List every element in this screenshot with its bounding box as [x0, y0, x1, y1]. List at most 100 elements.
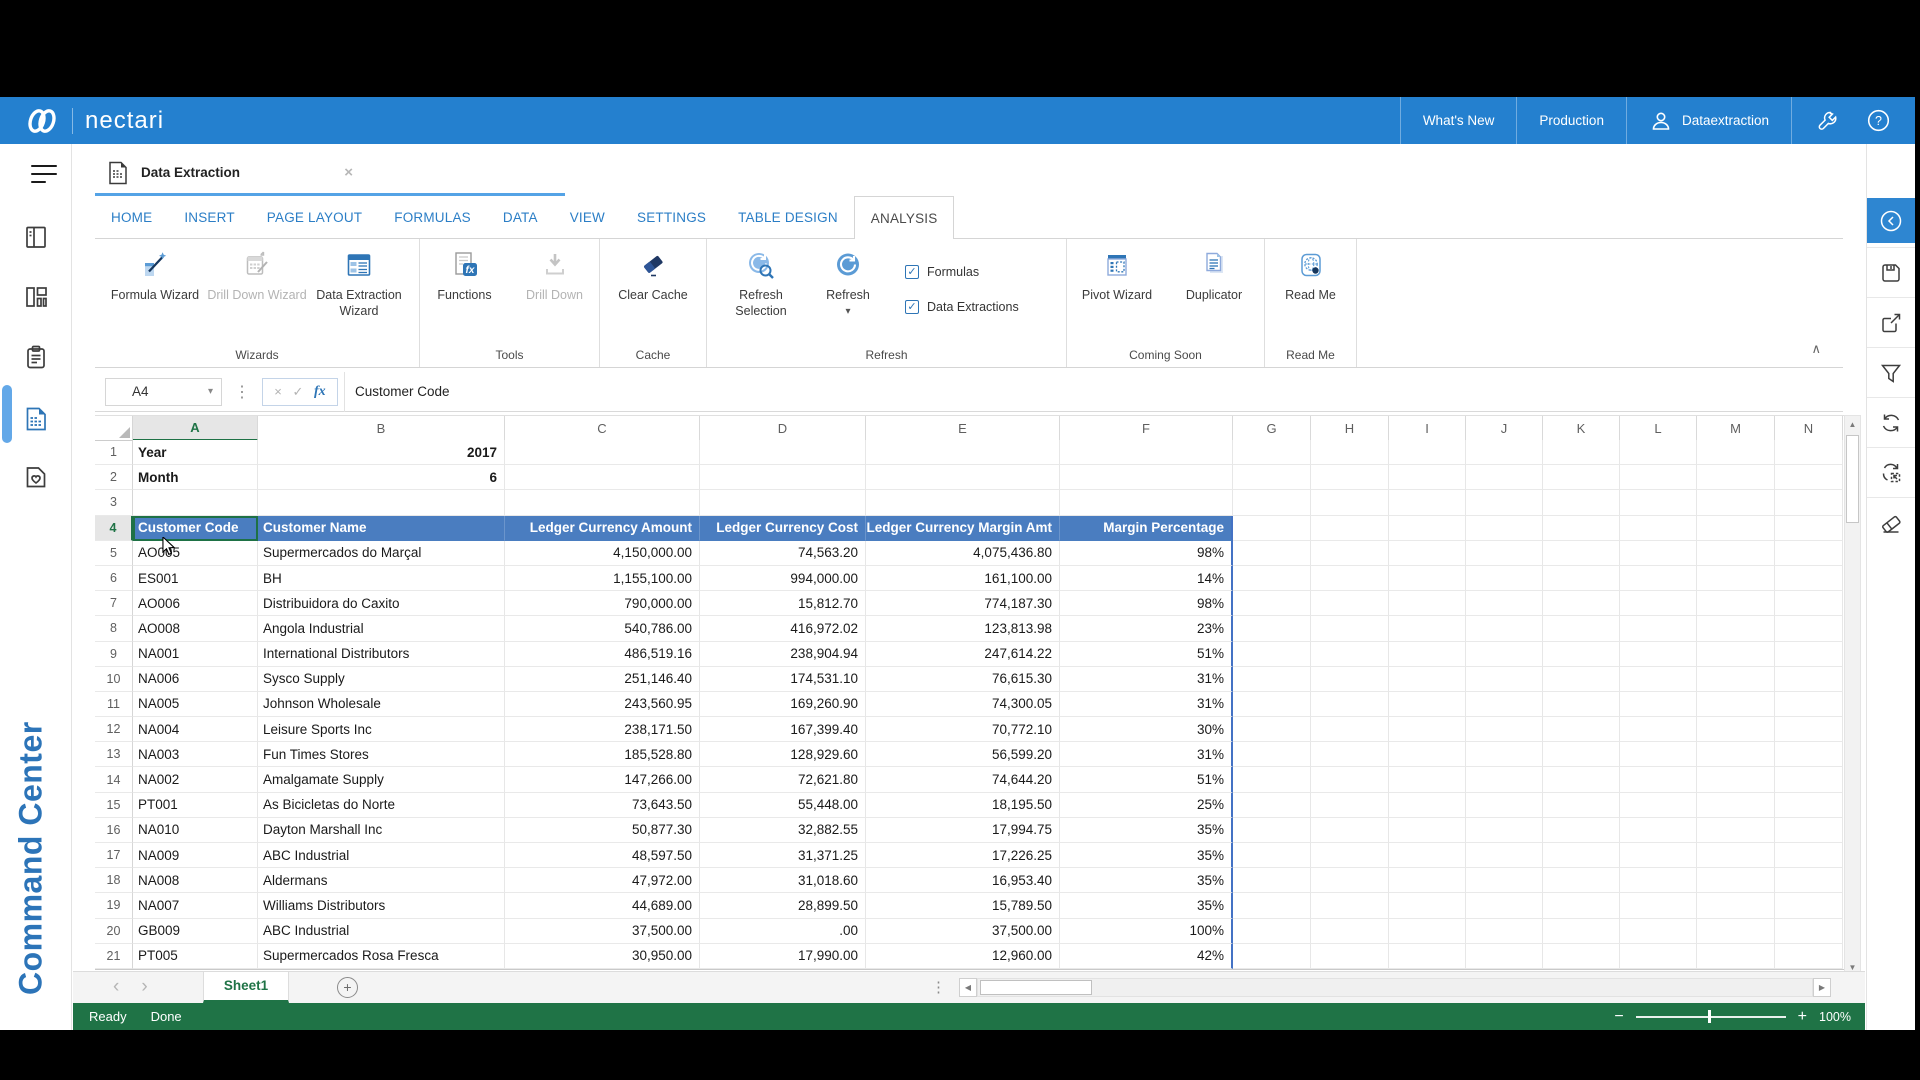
user-menu[interactable]: Dataextraction — [1626, 97, 1791, 144]
cell-L8[interactable] — [1620, 616, 1697, 641]
cell-L11[interactable] — [1620, 692, 1697, 717]
cell-E6[interactable]: 161,100.00 — [866, 566, 1060, 591]
cell-J18[interactable] — [1466, 868, 1543, 893]
cancel-entry-icon[interactable]: × — [274, 384, 282, 399]
cell-L3[interactable] — [1620, 490, 1697, 515]
refresh-sidebar-button[interactable] — [1867, 397, 1915, 447]
cell-J6[interactable] — [1466, 566, 1543, 591]
cell-H3[interactable] — [1311, 490, 1389, 515]
eraser-button[interactable] — [1867, 497, 1915, 547]
cell-G11[interactable] — [1233, 692, 1311, 717]
cell-K18[interactable] — [1543, 868, 1620, 893]
cell-F1[interactable] — [1060, 440, 1233, 465]
cell-N8[interactable] — [1775, 616, 1843, 641]
cell-M6[interactable] — [1697, 566, 1775, 591]
cell-G13[interactable] — [1233, 742, 1311, 767]
cell-M21[interactable] — [1697, 944, 1775, 969]
row-header-7[interactable]: 7 — [95, 591, 133, 616]
row-header-6[interactable]: 6 — [95, 566, 133, 591]
cell-F17[interactable]: 35% — [1060, 843, 1233, 868]
cell-N17[interactable] — [1775, 843, 1843, 868]
ribbon-tab-view[interactable]: VIEW — [554, 196, 621, 238]
cell-F15[interactable]: 25% — [1060, 793, 1233, 818]
cell-F19[interactable]: 35% — [1060, 893, 1233, 918]
cell-I7[interactable] — [1389, 591, 1466, 616]
column-header-D[interactable]: D — [700, 416, 866, 441]
cell-M14[interactable] — [1697, 767, 1775, 792]
cell-M19[interactable] — [1697, 893, 1775, 918]
cell-M17[interactable] — [1697, 843, 1775, 868]
sheetbar-kebab-icon[interactable]: ⋮ — [931, 978, 946, 996]
cell-F6[interactable]: 14% — [1060, 566, 1233, 591]
cell-J20[interactable] — [1466, 919, 1543, 944]
hamburger-menu-icon[interactable] — [31, 164, 57, 184]
cell-F20[interactable]: 100% — [1060, 919, 1233, 944]
cell-N11[interactable] — [1775, 692, 1843, 717]
cell-B10[interactable]: Sysco Supply — [258, 667, 505, 692]
cell-D8[interactable]: 416,972.02 — [700, 616, 866, 641]
row-header-14[interactable]: 14 — [95, 767, 133, 792]
cell-N12[interactable] — [1775, 717, 1843, 742]
cell-G14[interactable] — [1233, 767, 1311, 792]
column-header-M[interactable]: M — [1697, 416, 1775, 441]
column-header-J[interactable]: J — [1466, 416, 1543, 441]
cell-J14[interactable] — [1466, 767, 1543, 792]
cell-C11[interactable]: 243,560.95 — [505, 692, 700, 717]
next-sheet-icon[interactable]: › — [141, 976, 147, 998]
cell-F13[interactable]: 31% — [1060, 742, 1233, 767]
cell-C16[interactable]: 50,877.30 — [505, 818, 700, 843]
cell-A17[interactable]: NA009 — [133, 843, 258, 868]
cell-L21[interactable] — [1620, 944, 1697, 969]
cell-J12[interactable] — [1466, 717, 1543, 742]
cell-K21[interactable] — [1543, 944, 1620, 969]
cell-N16[interactable] — [1775, 818, 1843, 843]
cell-L10[interactable] — [1620, 667, 1697, 692]
cell-K4[interactable] — [1543, 516, 1620, 541]
cell-F7[interactable]: 98% — [1060, 591, 1233, 616]
cell-G3[interactable] — [1233, 490, 1311, 515]
cell-L16[interactable] — [1620, 818, 1697, 843]
cell-D10[interactable]: 174,531.10 — [700, 667, 866, 692]
cell-I6[interactable] — [1389, 566, 1466, 591]
cell-J8[interactable] — [1466, 616, 1543, 641]
scroll-up-icon[interactable]: ▲ — [1845, 416, 1860, 433]
confirm-entry-icon[interactable]: ✓ — [293, 384, 304, 400]
cell-E18[interactable]: 16,953.40 — [866, 868, 1060, 893]
cell-N15[interactable] — [1775, 793, 1843, 818]
ribbon-tab-insert[interactable]: INSERT — [168, 196, 250, 238]
cell-K5[interactable] — [1543, 541, 1620, 566]
cell-C8[interactable]: 540,786.00 — [505, 616, 700, 641]
cell-C10[interactable]: 251,146.40 — [505, 667, 700, 692]
cell-H12[interactable] — [1311, 717, 1389, 742]
cell-C13[interactable]: 185,528.80 — [505, 742, 700, 767]
cell-D4[interactable]: Ledger Currency Cost — [700, 516, 866, 541]
cell-L19[interactable] — [1620, 893, 1697, 918]
cell-E17[interactable]: 17,226.25 — [866, 843, 1060, 868]
cell-C4[interactable]: Ledger Currency Amount — [505, 516, 700, 541]
cell-G8[interactable] — [1233, 616, 1311, 641]
cell-D3[interactable] — [700, 490, 866, 515]
cell-D1[interactable] — [700, 440, 866, 465]
cell-L9[interactable] — [1620, 642, 1697, 667]
cell-N7[interactable] — [1775, 591, 1843, 616]
horizontal-scroll-thumb[interactable] — [980, 980, 1092, 995]
column-header-F[interactable]: F — [1060, 416, 1233, 441]
cell-E12[interactable]: 70,772.10 — [866, 717, 1060, 742]
row-header-4[interactable]: 4 — [95, 516, 133, 541]
cell-H19[interactable] — [1311, 893, 1389, 918]
cell-I1[interactable] — [1389, 440, 1466, 465]
cell-I3[interactable] — [1389, 490, 1466, 515]
cell-G20[interactable] — [1233, 919, 1311, 944]
cell-A1[interactable]: Year — [133, 440, 258, 465]
cell-N6[interactable] — [1775, 566, 1843, 591]
sidebar-item-favorites[interactable] — [23, 464, 49, 490]
cell-J1[interactable] — [1466, 440, 1543, 465]
collapse-ribbon-icon[interactable]: ∧ — [1811, 341, 1821, 357]
cell-A8[interactable]: AO008 — [133, 616, 258, 641]
cell-F9[interactable]: 51% — [1060, 642, 1233, 667]
row-header-19[interactable]: 19 — [95, 893, 133, 918]
cell-D11[interactable]: 169,260.90 — [700, 692, 866, 717]
hscroll-left-icon[interactable]: ◀ — [959, 978, 977, 997]
row-header-16[interactable]: 16 — [95, 818, 133, 843]
cell-B5[interactable]: Supermercados do Marçal — [258, 541, 505, 566]
